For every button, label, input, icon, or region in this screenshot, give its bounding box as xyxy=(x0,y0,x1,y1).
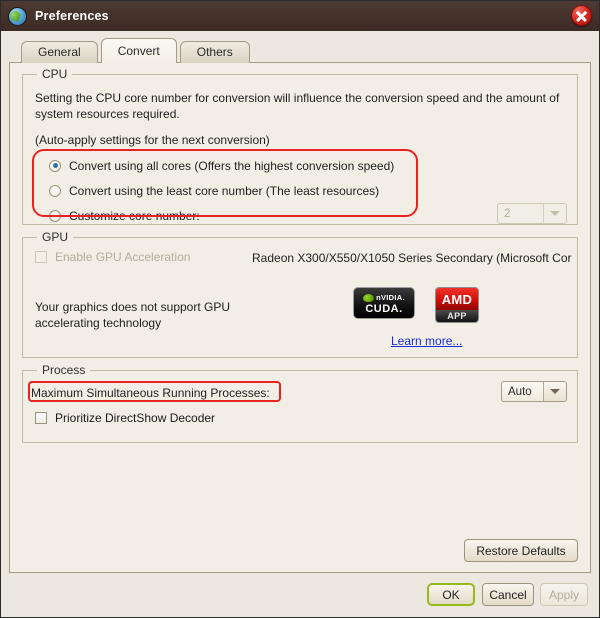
chevron-down-icon xyxy=(550,389,560,394)
tab-general[interactable]: General xyxy=(21,41,98,63)
max-processes-value: Auto xyxy=(508,385,532,398)
amd-wordmark: AMD xyxy=(436,288,478,310)
tab-others[interactable]: Others xyxy=(179,41,250,63)
cpu-description-line-1: Setting the CPU core number for conversi… xyxy=(35,91,560,105)
cpu-option-least-cores-label: Convert using the least core number (The… xyxy=(69,183,380,198)
cpu-option-all-cores[interactable]: Convert using all cores (Offers the high… xyxy=(49,156,394,175)
process-group: Process Maximum Simultaneous Running Pro… xyxy=(22,363,578,443)
window-title: Preferences xyxy=(35,9,109,23)
prioritize-directshow-checkbox[interactable] xyxy=(35,412,47,424)
cpu-description-line-2: system resources required. xyxy=(35,107,180,121)
max-processes-dropdown[interactable]: Auto xyxy=(501,381,567,402)
prioritize-directshow-row[interactable]: Prioritize DirectShow Decoder xyxy=(35,411,215,425)
cpu-group: CPU Setting the CPU core number for conv… xyxy=(22,67,578,225)
enable-gpu-acceleration-checkbox[interactable] xyxy=(35,251,47,263)
nvidia-wordmark: nVIDIA. xyxy=(376,293,405,302)
enable-gpu-acceleration-label: Enable GPU Acceleration xyxy=(55,250,191,264)
gpu-device-name: Radeon X300/X550/X1050 Series Secondary … xyxy=(252,251,572,265)
enable-gpu-acceleration-row[interactable]: Enable GPU Acceleration xyxy=(35,250,190,264)
nvidia-cuda-logo: nVIDIA. CUDA. xyxy=(353,287,415,319)
globe-icon xyxy=(9,7,26,25)
close-icon[interactable] xyxy=(571,5,592,26)
gpu-status-line-1: Your graphics does not support GPU xyxy=(35,300,231,314)
learn-more-link[interactable]: Learn more... xyxy=(391,334,462,348)
amd-app-logo: AMD APP xyxy=(435,287,479,323)
dialog-footer: OK Cancel Apply xyxy=(1,573,599,617)
amd-app-sublabel: APP xyxy=(436,310,478,322)
gpu-logos: nVIDIA. CUDA. AMD APP xyxy=(353,287,479,323)
cancel-button[interactable]: Cancel xyxy=(482,583,534,606)
preferences-window: Preferences General Convert Others CPU S… xyxy=(0,0,600,618)
tab-strip: General Convert Others xyxy=(21,38,599,63)
cpu-auto-apply-note: (Auto-apply settings for the next conver… xyxy=(35,133,270,147)
cpu-option-customize[interactable]: Customize core number: xyxy=(49,206,200,225)
cpu-option-least-cores[interactable]: Convert using the least core number (The… xyxy=(49,181,379,200)
core-number-spinner[interactable]: 2 xyxy=(497,203,567,224)
title-bar: Preferences xyxy=(1,1,599,31)
radio-customize-cores[interactable] xyxy=(49,209,61,222)
max-processes-label: Maximum Simultaneous Running Processes: xyxy=(31,386,270,400)
radio-least-cores[interactable] xyxy=(49,184,61,197)
core-number-value: 2 xyxy=(504,207,511,220)
tab-convert[interactable]: Convert xyxy=(100,38,177,63)
ok-button[interactable]: OK xyxy=(427,583,475,606)
core-number-dropdown-button[interactable] xyxy=(543,204,566,223)
apply-button: Apply xyxy=(540,583,588,606)
cpu-option-customize-label: Customize core number: xyxy=(69,208,200,223)
gpu-group-title: GPU xyxy=(37,230,74,244)
cpu-option-all-cores-label: Convert using all cores (Offers the high… xyxy=(69,158,395,173)
max-processes-dropdown-button[interactable] xyxy=(543,382,566,401)
radio-all-cores[interactable] xyxy=(49,159,61,172)
gpu-group: GPU Enable GPU Acceleration Radeon X300/… xyxy=(22,230,578,358)
restore-defaults-button[interactable]: Restore Defaults xyxy=(464,539,578,562)
process-group-title: Process xyxy=(37,363,91,377)
cuda-wordmark: CUDA. xyxy=(365,303,403,315)
chevron-down-icon xyxy=(550,211,560,216)
prioritize-directshow-label: Prioritize DirectShow Decoder xyxy=(55,411,216,425)
cpu-group-title: CPU xyxy=(37,67,73,81)
gpu-status-line-2: accelerating technology xyxy=(35,316,162,330)
nvidia-eye-icon xyxy=(363,293,375,302)
tab-content-convert: CPU Setting the CPU core number for conv… xyxy=(9,62,591,573)
